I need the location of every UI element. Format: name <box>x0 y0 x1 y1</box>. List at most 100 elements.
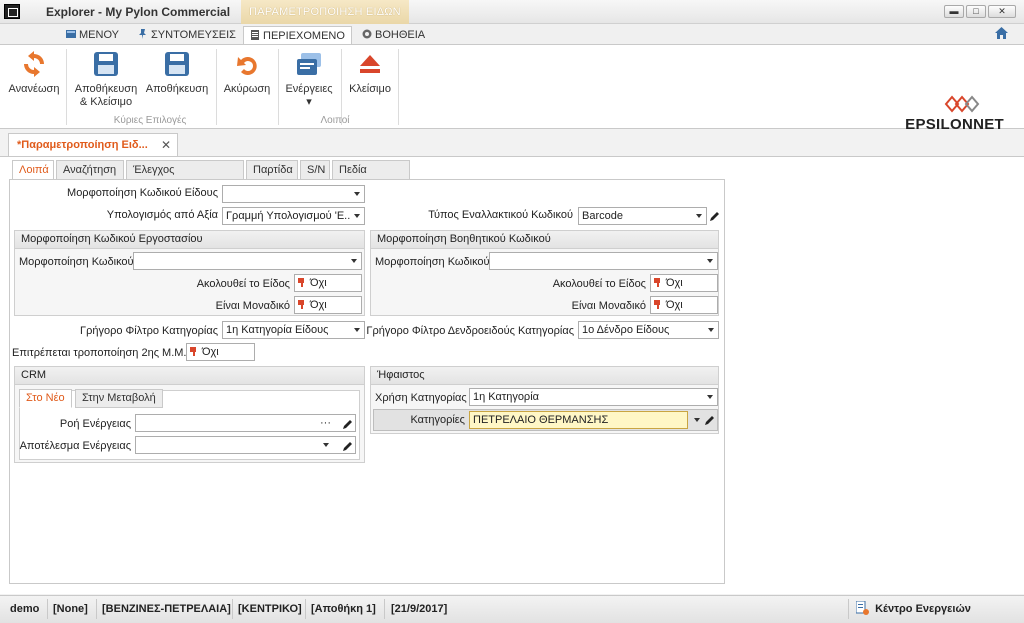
chevron-down-icon[interactable] <box>694 418 700 422</box>
aux-is-unique-field[interactable]: Όχι <box>650 296 718 314</box>
tab-shortcuts-label: ΣΥΝΤΟΜΕΥΣΕΙΣ <box>151 29 236 41</box>
aux-is-unique-label: Είναι Μοναδικό <box>571 300 646 312</box>
chevron-down-icon[interactable] <box>323 443 329 447</box>
alt-code-type-label: Τύπος Εναλλακτικού Κωδικού <box>428 209 573 221</box>
app-icon[interactable] <box>4 4 20 19</box>
quick-category-filter-label: Γρήγορο Φίλτρο Κατηγορίας <box>80 325 218 337</box>
maximize-button[interactable]: □ <box>966 5 986 18</box>
actions-dropdown-arrow: ▾ <box>306 96 312 108</box>
quick-tree-filter-combo[interactable]: 1ο Δένδρο Είδους <box>578 321 719 339</box>
pencil-icon[interactable] <box>709 210 721 222</box>
aux-follows-item-field[interactable]: Όχι <box>650 274 718 292</box>
tab-crm-change[interactable]: Στην Μεταβολή <box>75 389 163 408</box>
refresh-icon <box>24 51 44 77</box>
form-panel: Μορφοποίηση Κωδικού Είδους Υπολογισμός α… <box>9 179 725 584</box>
thumbs-down-icon <box>190 347 196 356</box>
crm-group-title: CRM <box>15 367 364 385</box>
eject-icon <box>360 55 380 73</box>
tab-content-label: ΠΕΡΙΕΧΟΜΕΝΟ <box>263 30 345 42</box>
save-close-icon <box>94 52 118 76</box>
factory-is-unique-field[interactable]: Όχι <box>294 296 362 314</box>
tab-crm-new[interactable]: Στο Νέο <box>19 389 72 408</box>
ribbon-group-others: Λοιποί <box>320 115 350 126</box>
tab-search[interactable]: Αναζήτηση <box>56 160 124 180</box>
save-icon <box>165 52 189 76</box>
save-and-close-button[interactable]: Αποθήκευση & Κλείσιμο <box>72 49 140 109</box>
action-center-button[interactable]: Κέντρο Ενεργειών <box>855 600 971 615</box>
tab-user-fields[interactable]: Πεδία Χρήστη <box>332 160 410 194</box>
refresh-button[interactable]: Ανανέωση <box>8 49 60 96</box>
tab-menu-label: ΜΕΝΟΥ <box>79 29 119 41</box>
window-controls: ▬ □ ✕ <box>944 5 1016 18</box>
status-date: [21/9/2017] <box>391 603 448 615</box>
tab-batch[interactable]: Παρτίδα <box>246 160 298 180</box>
ribbon-group-main-options: Κύριες Επιλογές <box>113 115 187 126</box>
action-center-icon <box>855 600 869 615</box>
status-none: [None] <box>53 603 88 615</box>
actions-button[interactable]: Ενέργειες ▾ <box>282 49 336 109</box>
chevron-down-icon[interactable] <box>354 328 360 332</box>
status-divider <box>384 599 385 619</box>
cancel-button[interactable]: Ακύρωση <box>222 49 272 96</box>
close-button[interactable]: Κλείσιμο <box>345 49 395 96</box>
chevron-down-icon[interactable] <box>707 395 713 399</box>
ribbon-divider <box>66 49 67 125</box>
tab-menu[interactable]: ΜΕΝΟΥ <box>60 26 125 44</box>
tab-stock-check[interactable]: Έλεγχος Αποθεμάτων <box>126 160 244 194</box>
close-window-button[interactable]: ✕ <box>988 5 1016 18</box>
tab-shortcuts[interactable]: ΣΥΝΤΟΜΕΥΣΕΙΣ <box>132 26 242 44</box>
calc-from-value-combo[interactable]: Γραμμή Υπολογισμού 'Ε... <box>222 207 365 225</box>
chevron-down-icon[interactable] <box>708 328 714 332</box>
action-flow-label: Ροή Ενέργειας <box>59 418 131 430</box>
categories-combo[interactable]: ΠΕΤΡΕΛΑΙΟ ΘΕΡΜΑΝΣΗΣ <box>469 411 688 429</box>
second-unit-edit-field[interactable]: Όχι <box>186 343 255 361</box>
save-and-close-label-2: & Κλείσιμο <box>79 96 133 108</box>
factory-code-format-combo[interactable] <box>133 252 362 270</box>
tab-help[interactable]: ΒΟΗΘΕΙΑ <box>356 26 431 44</box>
document-tab-strip: *Παραμετροποίηση Ειδ... ✕ <box>0 130 1024 157</box>
undo-icon <box>237 57 257 75</box>
minimize-button[interactable]: ▬ <box>944 5 964 18</box>
quick-category-filter-combo[interactable]: 1η Κατηγορία Είδους <box>222 321 365 339</box>
tab-serial-numbers[interactable]: S/N <box>300 160 330 180</box>
thumbs-down-icon <box>298 300 304 309</box>
quick-tree-filter-label: Γρήγορο Φίλτρο Δενδροειδούς Κατηγορίας <box>366 325 574 337</box>
aux-code-group: Μορφοποίηση Βοηθητικού Κωδικού Μορφοποίη… <box>370 230 719 316</box>
category-use-value: 1η Κατηγορία <box>473 391 539 403</box>
factory-is-unique-value: Όχι <box>310 299 327 311</box>
pencil-icon[interactable] <box>342 440 354 452</box>
ribbon-divider <box>216 49 217 125</box>
chevron-down-icon[interactable] <box>696 214 702 218</box>
chevron-down-icon[interactable] <box>351 259 357 263</box>
category-use-label: Χρήση Κατηγορίας <box>375 392 467 404</box>
factory-code-group-title: Μορφοποίηση Κωδικού Εργοστασίου <box>15 231 364 249</box>
action-flow-field[interactable]: ··· <box>135 414 356 432</box>
save-button[interactable]: Αποθήκευση <box>144 49 210 96</box>
pencil-icon[interactable] <box>342 418 354 430</box>
quick-tree-filter-value: 1ο Δένδρο Είδους <box>582 324 670 336</box>
categories-value: ΠΕΤΡΕΛΑΙΟ ΘΕΡΜΑΝΣΗΣ <box>473 414 609 426</box>
cancel-label: Ακύρωση <box>223 83 271 95</box>
action-result-combo[interactable] <box>135 436 356 454</box>
title-bar: Explorer - My Pylon Commercial ΠΑΡΑΜΕΤΡΟ… <box>0 0 1024 24</box>
aux-code-format-label: Μορφοποίηση Κωδικού <box>375 256 490 268</box>
factory-follows-item-field[interactable]: Όχι <box>294 274 362 292</box>
ellipsis-button[interactable]: ··· <box>320 415 331 431</box>
aux-code-format-combo[interactable] <box>489 252 718 270</box>
ribbon-divider <box>278 49 279 125</box>
category-use-combo[interactable]: 1η Κατηγορία <box>469 388 718 406</box>
chevron-down-icon[interactable] <box>707 259 713 263</box>
calc-from-value-label: Υπολογισμός από Αξία <box>106 209 218 221</box>
alt-code-type-combo[interactable]: Barcode <box>578 207 707 225</box>
chevron-down-icon[interactable] <box>354 192 360 196</box>
close-icon[interactable]: ✕ <box>161 138 171 152</box>
item-code-format-combo[interactable] <box>222 185 365 203</box>
document-tab[interactable]: *Παραμετροποίηση Ειδ... ✕ <box>8 133 178 157</box>
chevron-down-icon[interactable] <box>354 214 360 218</box>
save-label: Αποθήκευση <box>145 83 209 95</box>
tab-other[interactable]: Λοιπά <box>12 160 54 181</box>
home-icon[interactable] <box>995 27 1008 39</box>
tab-content[interactable]: ΠΕΡΙΕΧΟΜΕΝΟ <box>243 26 352 44</box>
pencil-icon[interactable] <box>704 414 716 426</box>
action-result-label: Αποτέλεσμα Ενέργειας <box>19 440 131 452</box>
